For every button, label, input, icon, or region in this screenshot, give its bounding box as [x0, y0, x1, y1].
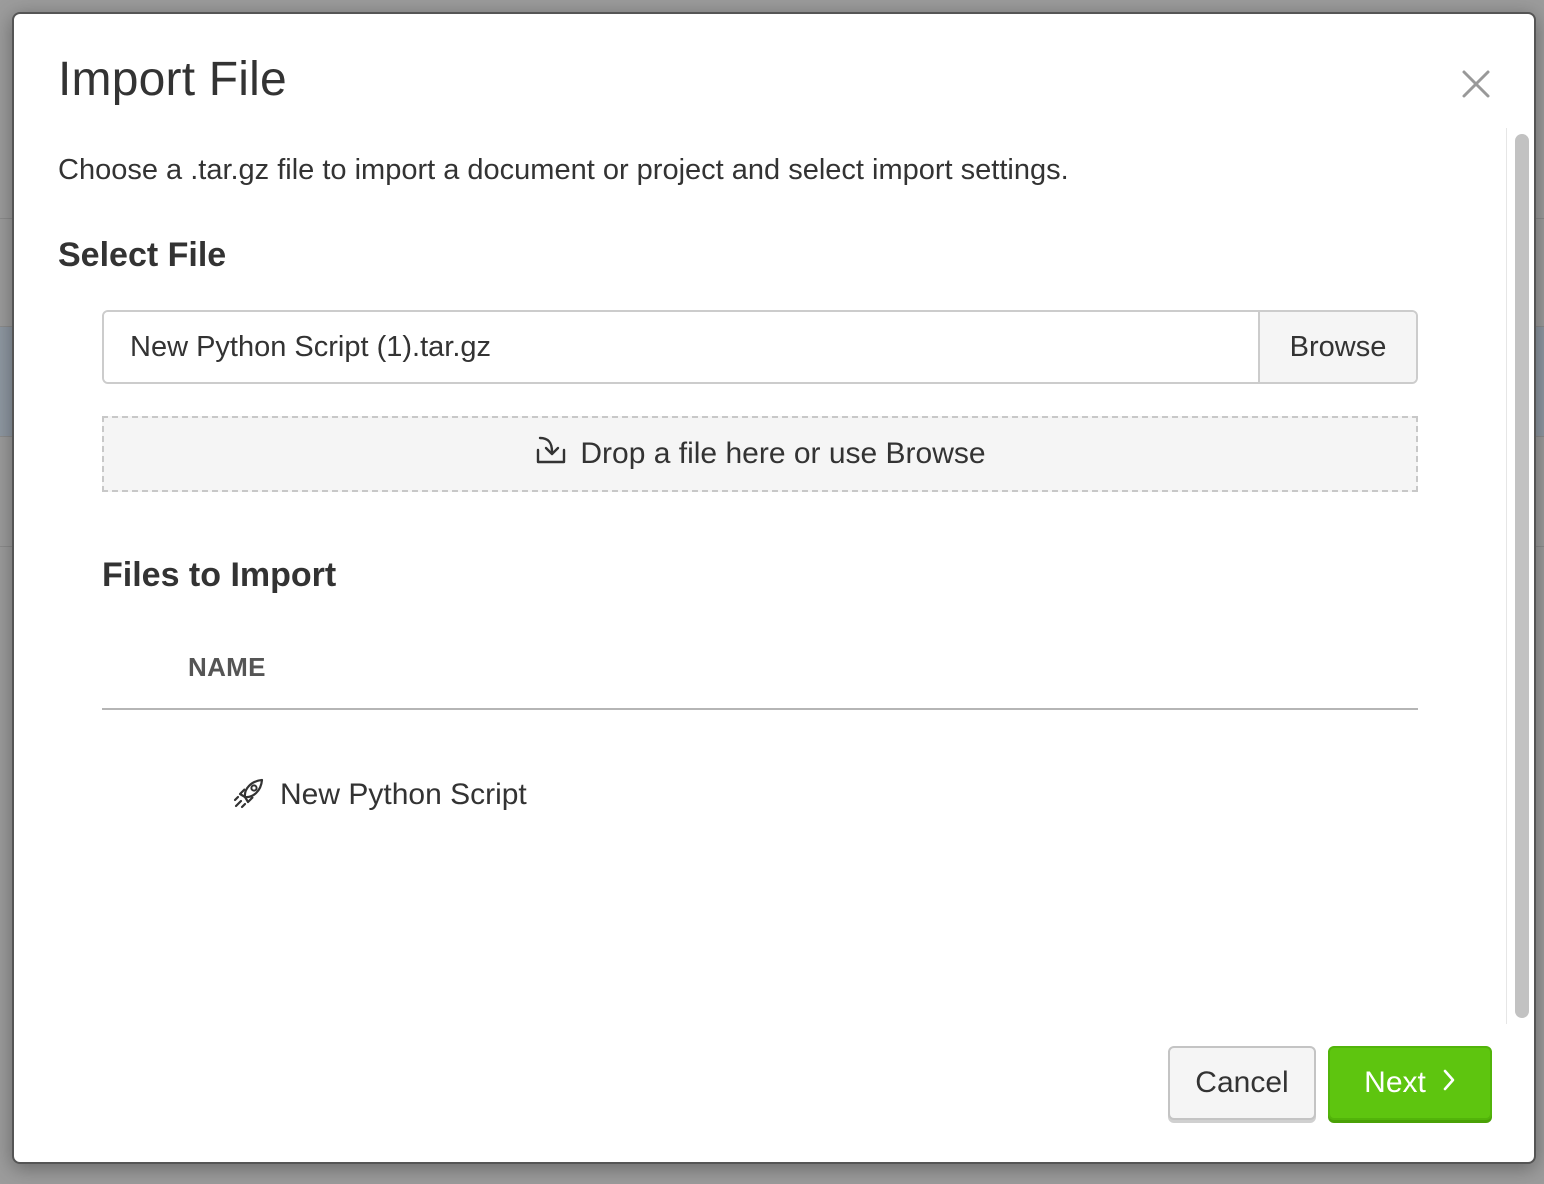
- cancel-button[interactable]: Cancel: [1168, 1046, 1316, 1120]
- import-file-dialog: Import File Choose a .tar.gz file to imp…: [12, 12, 1536, 1164]
- table-row[interactable]: New Python Script: [102, 754, 1418, 824]
- next-button[interactable]: Next: [1328, 1046, 1492, 1120]
- dialog-title: Import File: [58, 53, 287, 106]
- dialog-description: Choose a .tar.gz file to import a docume…: [58, 154, 1069, 186]
- scrollbar-thumb[interactable]: [1515, 134, 1529, 1018]
- browse-button[interactable]: Browse: [1258, 312, 1416, 382]
- drop-zone-text: Drop a file here or use Browse: [580, 437, 986, 470]
- close-button[interactable]: [1454, 62, 1498, 106]
- rocket-icon: [232, 776, 266, 815]
- drop-file-icon: [534, 434, 568, 474]
- next-button-label: Next: [1364, 1066, 1426, 1099]
- file-input-group: Browse: [102, 310, 1418, 384]
- file-drop-zone[interactable]: Drop a file here or use Browse: [102, 416, 1418, 492]
- chevron-right-icon: [1442, 1066, 1456, 1100]
- files-table-header: NAME: [102, 634, 1418, 710]
- select-file-heading: Select File: [58, 236, 227, 274]
- file-path-input[interactable]: [104, 312, 1258, 382]
- column-header-name[interactable]: NAME: [188, 652, 266, 683]
- close-icon: [1462, 70, 1490, 98]
- files-to-import-heading: Files to Import: [102, 556, 337, 594]
- file-name: New Python Script: [280, 778, 527, 811]
